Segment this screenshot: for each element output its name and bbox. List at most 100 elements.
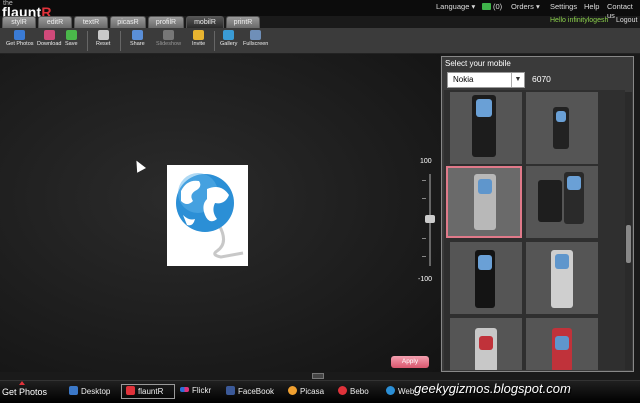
source-bebo-label: Bebo	[350, 387, 369, 396]
cart-link[interactable]: (0)	[482, 2, 502, 11]
panel-scrollbar-thumb[interactable]	[626, 225, 631, 263]
toolbar-divider	[87, 31, 88, 51]
logout-link[interactable]: Logout	[616, 17, 637, 24]
download-button[interactable]: Download	[37, 30, 61, 47]
slider-tick	[422, 238, 426, 239]
language-menu[interactable]: Language ▾	[436, 2, 475, 11]
phone-option[interactable]	[526, 318, 598, 370]
hello-user: Hello infinitylogesh	[550, 17, 609, 24]
tab-editr[interactable]: editR	[38, 16, 72, 28]
phone-option[interactable]	[526, 92, 598, 164]
get-photos-icon	[14, 30, 26, 40]
slideshow-button[interactable]: Slideshow	[156, 30, 181, 47]
apply-button[interactable]: Apply	[391, 356, 429, 368]
fullscreen-icon	[250, 30, 262, 40]
phone-screen-icon	[479, 336, 493, 350]
gallery-label: Gallery	[220, 41, 238, 47]
tab-stylr[interactable]: stylR	[2, 16, 36, 28]
fullscreen-button[interactable]: Fullscreen	[243, 30, 268, 47]
save-button[interactable]: Save	[65, 30, 78, 47]
help-link[interactable]: Help	[584, 2, 599, 11]
get-photos-label: Get Photos	[6, 41, 34, 47]
source-flickr[interactable]: Flickr	[180, 386, 211, 395]
slider-min-label: -100	[418, 276, 433, 283]
save-label: Save	[65, 41, 78, 47]
facebook-icon	[226, 386, 235, 395]
brand-select-value: Nokia	[453, 75, 474, 84]
tab-bar: stylR editR textR picasR profilR mobilR …	[0, 16, 280, 28]
phone-screen-icon	[555, 254, 569, 269]
zoom-slider-thumb[interactable]	[425, 215, 435, 223]
source-web[interactable]: Web	[386, 386, 414, 396]
tab-mobilr[interactable]: mobilR	[186, 16, 224, 28]
phone-option[interactable]	[526, 242, 598, 314]
share-label: Share	[130, 41, 145, 47]
phone-option[interactable]	[450, 242, 522, 314]
phone-screen-icon	[476, 99, 492, 117]
source-bebo[interactable]: Bebo	[338, 386, 369, 396]
gallery-button[interactable]: Gallery	[220, 30, 237, 47]
source-flickr-label: Flickr	[192, 386, 212, 395]
get-photos-button[interactable]: Get Photos	[6, 30, 34, 47]
gallery-icon	[223, 30, 235, 40]
reset-label: Reset	[96, 41, 111, 47]
download-icon	[43, 30, 55, 40]
invite-button[interactable]: Invite	[192, 30, 205, 47]
chevron-down-icon: ▼	[511, 73, 524, 87]
source-desktop-label: Desktop	[81, 387, 111, 396]
source-facebook-label: FaceBook	[238, 387, 275, 396]
caret-up-icon	[19, 381, 25, 385]
orders-menu[interactable]: Orders ▾	[511, 2, 540, 11]
tab-profilr[interactable]: profilR	[148, 16, 184, 28]
slider-tick	[422, 256, 426, 257]
watermark: geekygizmos.blogspot.com	[414, 381, 571, 396]
photo-preview[interactable]	[167, 165, 248, 266]
globe-icon	[176, 173, 244, 259]
source-facebook[interactable]: FaceBook	[226, 386, 274, 396]
settings-link[interactable]: Settings	[550, 2, 577, 11]
source-picasa[interactable]: Picasa	[288, 386, 324, 396]
slideshow-label: Slideshow	[156, 41, 182, 47]
source-desktop[interactable]: Desktop	[69, 386, 110, 396]
phone-icon	[538, 180, 562, 222]
desktop-icon	[69, 386, 78, 395]
web-globe-icon	[386, 386, 395, 395]
phone-screen-icon	[478, 179, 492, 194]
flickr-icon	[180, 387, 189, 392]
share-button[interactable]: Share	[130, 30, 145, 47]
slider-max-label: 100	[420, 158, 432, 165]
source-picasa-label: Picasa	[300, 387, 325, 396]
tab-textr[interactable]: textR	[74, 16, 108, 28]
panel-title: Select your mobile	[445, 59, 511, 68]
slideshow-icon	[163, 30, 175, 40]
phone-option-selected[interactable]	[446, 166, 522, 238]
phone-screen-icon	[555, 336, 569, 350]
get-photos-label: Get Photos	[2, 387, 48, 397]
source-flauntr-label: flauntR	[138, 387, 164, 396]
scroll-handle[interactable]	[312, 373, 324, 379]
source-flauntr[interactable]: flauntR	[126, 386, 163, 396]
toolbar-divider	[214, 31, 215, 51]
picasa-icon	[288, 386, 297, 395]
fullscreen-label: Fullscreen	[243, 41, 269, 47]
top-bar	[0, 0, 640, 16]
save-icon	[65, 30, 77, 40]
cart-count: (0)	[493, 2, 503, 11]
phone-option[interactable]	[450, 92, 522, 164]
share-icon	[131, 30, 143, 40]
phone-screen-icon	[567, 176, 581, 190]
slider-tick	[422, 180, 426, 181]
reset-button[interactable]: Reset	[96, 30, 110, 47]
phone-screen-icon	[556, 111, 566, 122]
source-web-label: Web	[398, 387, 415, 396]
toolbar: Get Photos Download Save Reset Share Sli…	[0, 28, 640, 54]
toolbar-divider	[120, 31, 121, 51]
tab-printr[interactable]: printR	[226, 16, 260, 28]
phone-option[interactable]	[450, 318, 522, 370]
brand-select[interactable]: Nokia ▼	[447, 72, 525, 88]
phone-screen-icon	[478, 255, 492, 270]
tab-picasr[interactable]: picasR	[110, 16, 146, 28]
phone-option[interactable]	[526, 166, 598, 238]
phone-grid	[444, 90, 625, 370]
flauntr-icon	[126, 386, 135, 395]
